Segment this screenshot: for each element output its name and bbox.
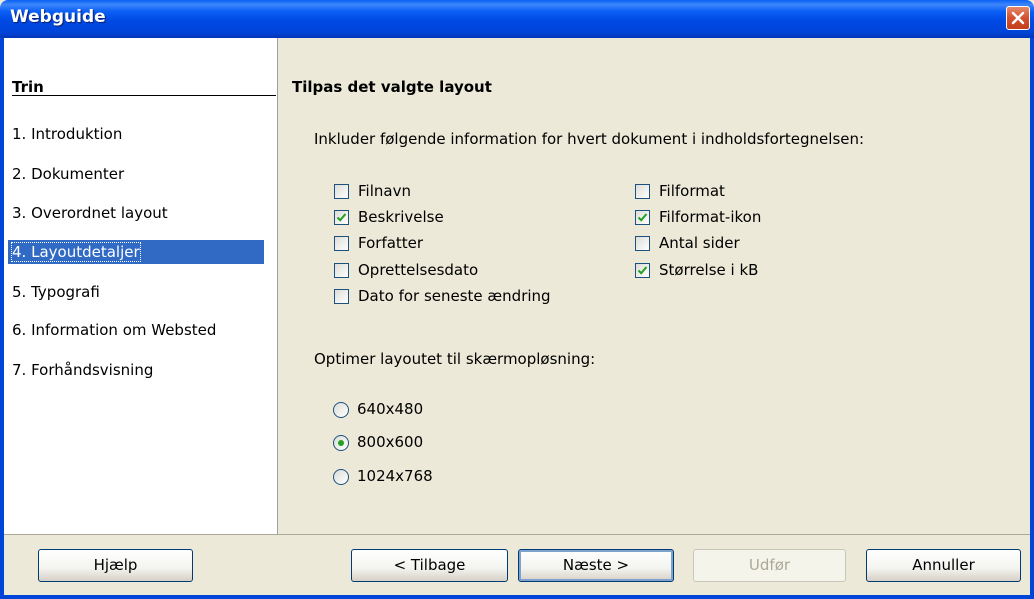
step-label: Dokumenter bbox=[31, 165, 125, 183]
step-number: 1. bbox=[12, 125, 27, 143]
checkbox-filnavn[interactable] bbox=[334, 184, 349, 199]
window-title: Webguide bbox=[10, 7, 106, 27]
step-number: 5. bbox=[12, 283, 27, 301]
step-label: Information om Websted bbox=[31, 321, 217, 339]
radio-selected-dot bbox=[338, 440, 344, 446]
step-introduktion[interactable]: 1. Introduktion bbox=[12, 122, 122, 146]
step-number: 4. bbox=[12, 243, 27, 261]
close-button[interactable] bbox=[1006, 6, 1030, 30]
checkbox-filformat[interactable] bbox=[635, 184, 650, 199]
option-label[interactable]: Størrelse i kB bbox=[659, 261, 758, 279]
title-bar[interactable]: Webguide bbox=[0, 0, 1034, 38]
finish-button: Udfør bbox=[693, 549, 846, 582]
checkbox-beskrivelse[interactable] bbox=[334, 210, 349, 225]
step-label: Typografi bbox=[31, 283, 100, 301]
radio-640x480[interactable] bbox=[333, 402, 349, 418]
radio-label[interactable]: 800x600 bbox=[357, 433, 423, 451]
checkbox-antal-sider[interactable] bbox=[635, 236, 650, 251]
sidebar-title: Trin bbox=[12, 78, 44, 96]
checkbox-dato-seneste-aendring[interactable] bbox=[334, 289, 349, 304]
step-layoutdetaljer[interactable]: 4. Layoutdetaljer bbox=[8, 240, 264, 264]
close-icon bbox=[1011, 11, 1025, 25]
step-number: 3. bbox=[12, 204, 27, 222]
radio-800x600[interactable] bbox=[333, 435, 349, 451]
resolution-label: Optimer layoutet til skærmopløsning: bbox=[314, 350, 596, 368]
back-button[interactable]: < Tilbage bbox=[351, 549, 508, 582]
step-dokumenter[interactable]: 2. Dokumenter bbox=[12, 162, 124, 186]
content-panel: Tilpas det valgte layout Inkluder følgen… bbox=[278, 38, 1030, 534]
step-forhaandsvisning[interactable]: 7. Forhåndsvisning bbox=[12, 358, 153, 382]
option-label[interactable]: Filformat bbox=[659, 182, 725, 200]
step-label: Forhåndsvisning bbox=[31, 361, 154, 379]
window-frame-right bbox=[1030, 38, 1034, 599]
cancel-button[interactable]: Annuller bbox=[866, 549, 1021, 582]
option-label[interactable]: Forfatter bbox=[358, 234, 423, 252]
wizard-window: Webguide Trin 1. Introduktion 2. Dokumen… bbox=[0, 0, 1034, 599]
checkbox-oprettelsesdato[interactable] bbox=[334, 263, 349, 278]
help-button[interactable]: Hjælp bbox=[38, 549, 193, 582]
include-label: Inkluder følgende information for hvert … bbox=[314, 130, 865, 148]
step-number: 2. bbox=[12, 165, 27, 183]
option-label[interactable]: Filnavn bbox=[358, 182, 411, 200]
next-button[interactable]: Næste > bbox=[518, 549, 674, 582]
check-icon bbox=[336, 213, 347, 222]
sidebar-divider bbox=[12, 95, 276, 96]
button-bar-separator bbox=[4, 534, 1030, 535]
check-icon bbox=[637, 213, 648, 222]
radio-label[interactable]: 1024x768 bbox=[357, 467, 433, 485]
step-overordnet-layout[interactable]: 3. Overordnet layout bbox=[12, 201, 168, 225]
option-label[interactable]: Filformat-ikon bbox=[659, 208, 761, 226]
step-information-om-websted[interactable]: 6. Information om Websted bbox=[12, 318, 216, 342]
steps-sidebar: Trin 1. Introduktion 2. Dokumenter 3. Ov… bbox=[4, 38, 278, 534]
radio-label[interactable]: 640x480 bbox=[357, 400, 423, 418]
window-frame-bottom bbox=[0, 595, 1034, 599]
option-label[interactable]: Oprettelsesdato bbox=[358, 261, 478, 279]
step-label: Introduktion bbox=[31, 125, 123, 143]
step-label: Layoutdetaljer bbox=[31, 243, 140, 261]
step-label: Overordnet layout bbox=[31, 204, 168, 222]
step-number: 6. bbox=[12, 321, 27, 339]
checkbox-forfatter[interactable] bbox=[334, 236, 349, 251]
checkbox-filformat-ikon[interactable] bbox=[635, 210, 650, 225]
option-label[interactable]: Antal sider bbox=[659, 234, 740, 252]
radio-1024x768[interactable] bbox=[333, 469, 349, 485]
step-number: 7. bbox=[12, 361, 27, 379]
option-label[interactable]: Beskrivelse bbox=[358, 208, 444, 226]
option-label[interactable]: Dato for seneste ændring bbox=[358, 287, 551, 305]
step-typografi[interactable]: 5. Typografi bbox=[12, 280, 100, 304]
check-icon bbox=[637, 266, 648, 275]
checkbox-stoerrelse-kb[interactable] bbox=[635, 263, 650, 278]
page-heading: Tilpas det valgte layout bbox=[292, 78, 492, 96]
